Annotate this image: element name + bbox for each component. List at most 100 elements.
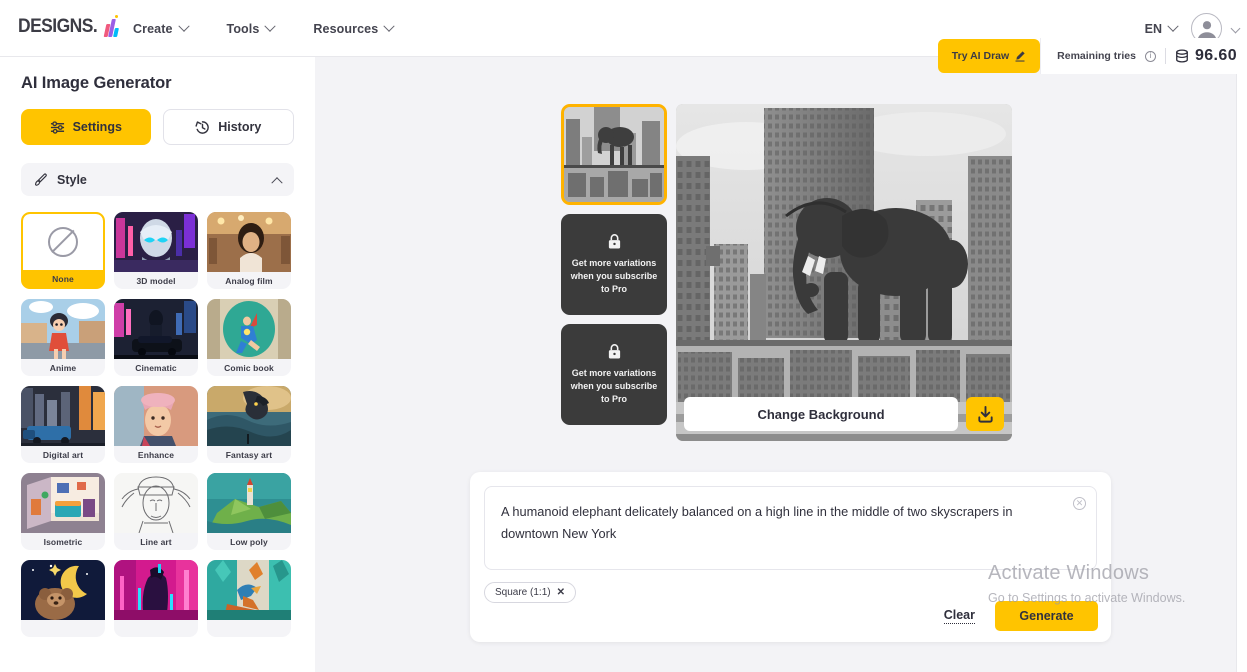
variation-thumbnail-selected[interactable]: [561, 104, 667, 205]
style-accordion-header[interactable]: Style: [21, 163, 294, 196]
variation-locked-2[interactable]: Get more variations when you subscribe t…: [561, 324, 667, 425]
remaining-tries-box: Remaining tries i 96.60: [1040, 38, 1247, 74]
try-ai-draw-label: Try AI Draw: [951, 50, 1010, 62]
info-icon[interactable]: i: [1144, 50, 1156, 62]
style-thumbnail: [207, 212, 291, 272]
style-option-line-art[interactable]: Line art: [114, 473, 198, 550]
page-title: AI Image Generator: [21, 74, 172, 92]
nav-item-create[interactable]: Create: [133, 20, 190, 36]
change-background-label: Change Background: [757, 406, 885, 422]
chevron-down-icon: [1167, 20, 1179, 32]
style-thumbnail: [207, 473, 291, 533]
lock-icon: [608, 344, 620, 359]
brand-logo[interactable]: DESIGNS.: [18, 14, 122, 38]
aspect-ratio-label: Square (1:1): [495, 587, 551, 598]
chevron-down-icon: [264, 20, 277, 32]
prompt-text: A humanoid elephant delicately balanced …: [501, 504, 1013, 541]
style-label: Low poly: [230, 536, 268, 547]
pencil-icon: [1015, 51, 1025, 62]
variations-column: Get more variations when you subscribe t…: [561, 104, 667, 425]
generated-image-preview[interactable]: Change Background: [676, 104, 1012, 441]
ai-image-generator-app: DESIGNS. Create Tools Resources EN Try A…: [0, 0, 1247, 672]
tab-settings[interactable]: Settings: [21, 109, 151, 145]
change-background-button[interactable]: Change Background: [684, 397, 958, 431]
nav-item-resources[interactable]: Resources: [313, 20, 395, 36]
style-option-isometric[interactable]: Isometric: [21, 473, 105, 550]
style-label: [21, 620, 105, 637]
prompt-actions: Clear Generate: [943, 601, 1098, 631]
style-label: Enhance: [137, 449, 175, 460]
main-nav: Create Tools Resources: [133, 0, 395, 57]
clear-circle-icon[interactable]: ✕: [1073, 497, 1086, 510]
credits-value: 96.60: [1194, 47, 1237, 64]
nav-item-tools[interactable]: Tools: [227, 20, 277, 36]
credits-subbar: Try AI Draw Remaining tries i 96.60: [937, 38, 1247, 74]
language-selector[interactable]: EN: [1144, 20, 1179, 36]
divider: [1164, 48, 1166, 64]
aspect-ratio-chip[interactable]: Square (1:1) ✕: [484, 582, 576, 603]
style-option-comic-book[interactable]: Comic book: [207, 299, 291, 376]
chevron-up-icon[interactable]: [271, 176, 283, 188]
style-label: [114, 620, 198, 637]
style-thumbnail: [21, 473, 105, 533]
chevron-down-icon: [177, 20, 190, 32]
style-thumbnail: [207, 386, 291, 446]
chevron-down-icon: [383, 20, 395, 32]
style-thumbnail: [21, 560, 105, 620]
style-accordion-left: Style: [34, 173, 87, 187]
style-thumbnail: [21, 386, 105, 446]
lock-icon: [608, 234, 620, 249]
left-sidebar: AI Image Generator Settings History Styl…: [0, 57, 315, 672]
style-option-enhance[interactable]: Enhance: [114, 386, 198, 463]
brand-logo-text: DESIGNS.: [18, 16, 98, 37]
generate-label: Generate: [1019, 609, 1074, 623]
try-ai-draw-button[interactable]: Try AI Draw: [937, 39, 1041, 73]
style-thumbnail: [207, 560, 291, 620]
credits-amount-group: 96.60: [1175, 47, 1237, 65]
style-thumbnail: [207, 299, 291, 359]
style-label: Analog film: [225, 275, 273, 286]
style-option-cinematic[interactable]: Cinematic: [114, 299, 198, 376]
none-circle-slash-icon: [23, 214, 103, 270]
style-thumbnail: [114, 386, 198, 446]
close-x-icon[interactable]: ✕: [557, 587, 565, 598]
download-button[interactable]: [966, 397, 1004, 431]
tab-history-label: History: [218, 120, 262, 134]
style-label: [207, 620, 291, 637]
style-accordion-label: Style: [57, 172, 87, 187]
clear-button[interactable]: Clear: [943, 608, 975, 624]
preview-actions-row: Change Background: [676, 387, 1012, 441]
brush-icon: [34, 172, 47, 186]
style-label: Digital art: [42, 449, 84, 460]
tab-history[interactable]: History: [162, 109, 294, 145]
ai-logo-icon: [103, 14, 122, 37]
style-label: 3D model: [136, 275, 176, 286]
generate-button[interactable]: Generate: [995, 601, 1098, 631]
variation-locked-1[interactable]: Get more variations when you subscribe t…: [561, 214, 667, 315]
style-option-anime[interactable]: Anime: [21, 299, 105, 376]
style-label: Isometric: [43, 536, 83, 547]
coin-icon: [1176, 49, 1188, 63]
style-option-row5-1[interactable]: [21, 560, 105, 637]
style-thumbnail: [21, 299, 105, 359]
elephant-on-highline-thumbnail: [564, 107, 664, 202]
variation-locked-text: Get more variations when you subscribe t…: [570, 367, 658, 405]
style-option-row5-3[interactable]: [207, 560, 291, 637]
style-thumbnail: [114, 560, 198, 620]
style-option-digital-art[interactable]: Digital art: [21, 386, 105, 463]
style-option-fantasy-art[interactable]: Fantasy art: [207, 386, 291, 463]
style-option-3d-model[interactable]: 3D model: [114, 212, 198, 289]
language-label: EN: [1144, 21, 1162, 36]
style-option-row5-2[interactable]: [114, 560, 198, 637]
style-option-analog-film[interactable]: Analog film: [207, 212, 291, 289]
style-label: None: [52, 273, 74, 284]
avatar-chevron-down-icon[interactable]: [1230, 23, 1241, 34]
style-option-low-poly[interactable]: Low poly: [207, 473, 291, 550]
nav-label-create: Create: [133, 21, 173, 36]
style-option-none[interactable]: None: [21, 212, 105, 289]
download-icon: [977, 405, 993, 423]
style-thumbnail: [114, 473, 198, 533]
history-clock-icon: [195, 120, 210, 134]
prompt-input[interactable]: A humanoid elephant delicately balanced …: [484, 486, 1097, 570]
style-label: Line art: [140, 536, 172, 547]
